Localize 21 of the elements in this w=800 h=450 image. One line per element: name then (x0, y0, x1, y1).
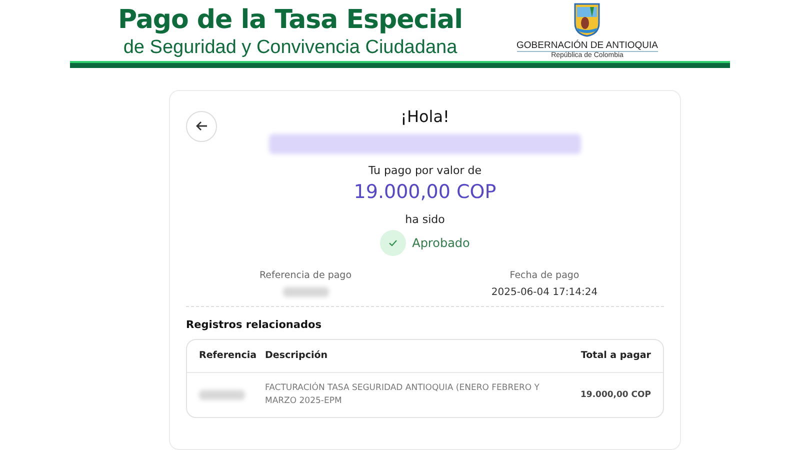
column-header: Total a pagar (580, 350, 651, 362)
status-intro: ha sido (405, 212, 445, 226)
detail-label: Fecha de pago (510, 270, 580, 281)
section-title: Registros relacionados (186, 318, 322, 331)
blurred-reference (199, 390, 245, 400)
detail-value: 2025-06-04 17:14:24 (491, 286, 598, 298)
status-label: Aprobado (412, 236, 470, 250)
blurred-value (282, 286, 328, 297)
logo-name: GOBERNACIÓN DE ANTIOQUIA (516, 40, 658, 52)
intro-text: Tu pago por valor de (368, 164, 482, 177)
column-header: Descripción (265, 350, 329, 362)
page-subtitle: de Seguridad y Convivencia Ciudadana (123, 36, 458, 60)
payment-amount: 19.000,00 COP (354, 180, 496, 203)
greeting: ¡Hola! (400, 106, 450, 126)
back-button[interactable] (186, 110, 217, 142)
table-cell-text: 19.000,00 COP (579, 390, 651, 400)
table-cell-text: FACTURACIÓN TASA SEGURIDAD ANTIOQUIA (ENERO FEBRERO Y MARZO 2025-EPM (265, 382, 540, 408)
detail-label: Referencia de pago (259, 270, 352, 281)
column-header: Referencia (199, 350, 255, 362)
page-title: Pago de la Tasa Especial (118, 4, 462, 36)
coat-of-arms-icon (574, 3, 600, 37)
